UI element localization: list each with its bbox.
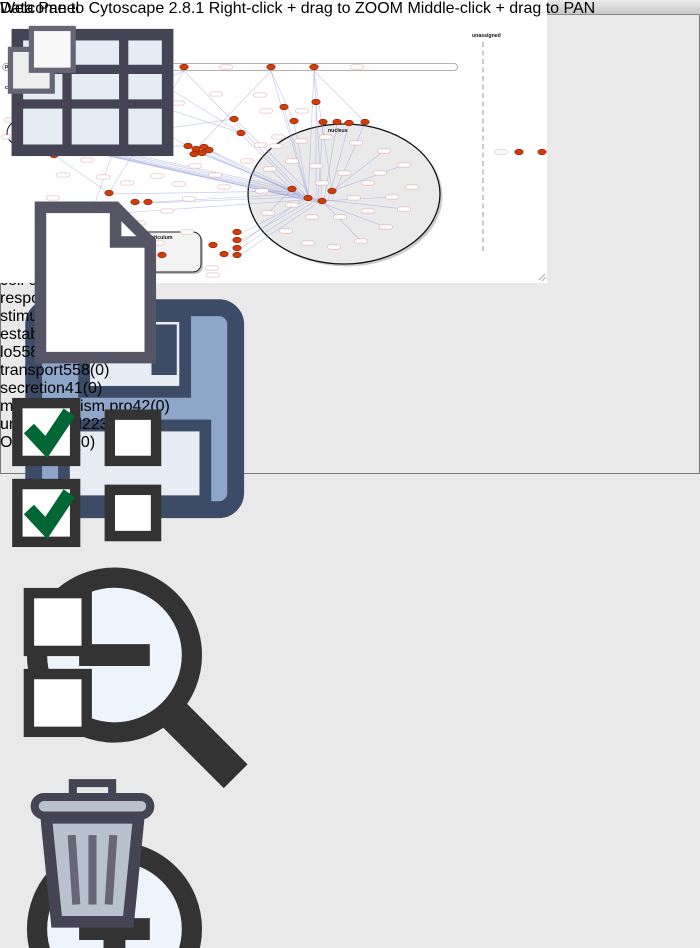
node-label-pill (310, 164, 323, 168)
network-node[interactable] (538, 149, 546, 155)
node-label-pill (355, 239, 368, 243)
network-node[interactable] (233, 237, 241, 243)
compartment-label: unassigned (472, 33, 501, 39)
network-node[interactable] (288, 186, 296, 192)
node-label-pill (189, 164, 202, 168)
new-attribute-icon[interactable] (0, 362, 185, 379)
status-zoom-hint: Right-click + drag to ZOOM (209, 0, 403, 17)
network-node[interactable] (184, 143, 192, 149)
node-label-pill (241, 159, 254, 163)
network-node[interactable] (333, 119, 341, 125)
node-label-pill (260, 109, 273, 113)
node-label-pill (362, 181, 375, 185)
node-label-pill (348, 196, 361, 200)
network-node[interactable] (361, 119, 369, 125)
data-panel: Data Panel f(x) ID_cellularLayoutRegiona… (0, 0, 185, 948)
unselect-attributes-icon[interactable] (0, 742, 185, 759)
network-node[interactable] (190, 151, 198, 157)
network-node[interactable] (233, 245, 241, 251)
network-node[interactable] (328, 188, 336, 194)
float-panel-icon[interactable] (0, 89, 84, 106)
node-label-pill (320, 135, 333, 139)
node-label-pill (286, 159, 299, 163)
network-node[interactable] (237, 130, 245, 136)
node-label-pill (378, 149, 391, 153)
status-bar: Welcome to Cytoscape 2.8.1 Right-click +… (0, 0, 595, 18)
node-label-pill (328, 245, 341, 249)
network-node[interactable] (310, 64, 318, 70)
node-label-pill (386, 195, 399, 199)
attribute-table-icon[interactable] (0, 172, 185, 189)
delete-attribute-icon[interactable] (0, 932, 185, 948)
network-node[interactable] (345, 120, 353, 126)
node-label-pill (256, 189, 269, 193)
node-label-pill (255, 143, 268, 147)
node-label-pill (406, 185, 419, 189)
node-label-pill (296, 109, 309, 113)
node-label-pill (295, 139, 308, 143)
node-label-pill (220, 65, 233, 69)
node-label-pill (362, 209, 375, 213)
node-label-pill (350, 141, 363, 145)
compartment-label: nucleus (328, 128, 348, 134)
network-node[interactable] (233, 252, 241, 258)
node-label-pill (264, 167, 277, 171)
network-node[interactable] (290, 118, 298, 124)
network-node[interactable] (319, 119, 327, 125)
network-node[interactable] (318, 198, 326, 204)
node-label-pill (338, 171, 351, 175)
network-node[interactable] (304, 195, 312, 201)
node-label-pill (210, 92, 223, 96)
network-node[interactable] (280, 104, 288, 110)
node-label-pill (206, 266, 219, 270)
status-welcome: Welcome to Cytoscape 2.8.1 (0, 0, 204, 17)
network-node[interactable] (205, 147, 213, 153)
node-label-pill (398, 163, 411, 167)
network-node[interactable] (312, 99, 320, 105)
node-label-pill (207, 273, 220, 277)
network-node[interactable] (230, 116, 238, 122)
node-label-pill (286, 203, 299, 207)
node-label-pill (374, 171, 387, 175)
node-label-pill (334, 215, 347, 219)
node-label-pill (495, 150, 508, 154)
network-node[interactable] (233, 229, 241, 235)
node-label-pill (254, 93, 267, 97)
node-label-pill (270, 144, 283, 148)
node-label-pill (316, 181, 329, 185)
network-node[interactable] (515, 149, 523, 155)
network-node[interactable] (220, 251, 228, 257)
node-label-pill (380, 225, 393, 229)
node-label-pill (306, 215, 319, 219)
select-attributes-icon[interactable] (0, 552, 185, 569)
node-label-pill (280, 229, 293, 233)
node-label-pill (351, 65, 364, 69)
node-label-pill (272, 135, 285, 139)
node-label-pill (262, 211, 275, 215)
node-label-pill (209, 173, 222, 177)
node-label-pill (302, 241, 315, 245)
node-label-pill (398, 207, 411, 211)
node-label-pill (218, 185, 231, 189)
status-pan-hint: Middle-click + drag to PAN (407, 0, 595, 17)
network-node[interactable] (267, 64, 275, 70)
network-node[interactable] (209, 242, 217, 248)
